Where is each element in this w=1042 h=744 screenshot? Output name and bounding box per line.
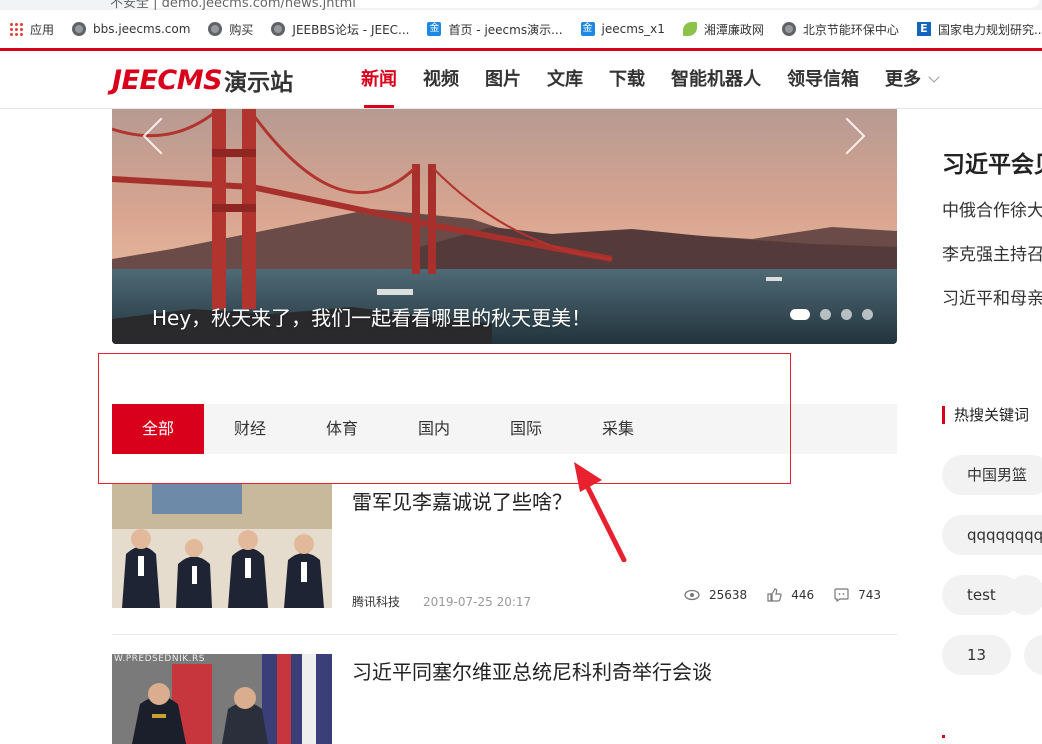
section-accent-bar — [942, 405, 945, 424]
tab-all[interactable]: 全部 — [112, 404, 204, 454]
banner-carousel[interactable]: Hey，秋天来了，我们一起看看哪里的秋天更美！ — [112, 109, 897, 344]
news-stats: 25638 446 743 — [664, 588, 881, 602]
news-title[interactable]: 雷军见李嘉诚说了些啥？ — [352, 486, 572, 515]
news-thumbnail-image — [112, 484, 332, 608]
bookmark-label: bbs.jeecms.com — [93, 22, 191, 36]
thumbnail-watermark: W.PREDSEDNIK.RS — [114, 654, 205, 664]
bookmark-power[interactable]: E 国家电力规划研究... — [908, 10, 1042, 48]
main-nav: 新闻 视频 图片 文库 下载 智能机器人 领导信箱 更多 — [348, 51, 951, 108]
tab-sports[interactable]: 体育 — [296, 404, 388, 454]
carousel-dot[interactable] — [820, 309, 831, 320]
comment-count-value: 743 — [858, 588, 881, 602]
like-count-value: 446 — [791, 588, 815, 602]
keyword-tag[interactable]: qqqqqqqq — [942, 515, 1042, 555]
leaf-icon — [682, 22, 697, 36]
category-tabs: 全部 财经 体育 国内 国际 采集 — [112, 404, 897, 454]
news-thumbnail[interactable] — [112, 484, 332, 608]
bookmark-apps[interactable]: 应用 — [0, 10, 63, 48]
address-text: 不安全 | demo.jeecms.com/news.jhtml — [110, 0, 356, 10]
browser-address-strip: 不安全 | demo.jeecms.com/news.jhtml — [0, 0, 1042, 10]
apps-grid-icon — [9, 22, 23, 36]
bookmark-label: 应用 — [30, 22, 55, 37]
globe-icon — [72, 22, 87, 36]
jin-icon: 金 — [580, 22, 595, 36]
keyword-tag[interactable]: 中国男篮 — [942, 455, 1042, 495]
bookmark-label: 湘潭廉政网 — [703, 22, 764, 37]
carousel-dots — [790, 309, 873, 320]
keyword-tag[interactable] — [1006, 575, 1042, 615]
bookmark-label: 国家电力规划研究... — [937, 22, 1042, 37]
carousel-next-button[interactable] — [842, 115, 864, 155]
sidebar-link[interactable]: 中俄合作徐大 — [942, 196, 1042, 221]
keyword-tag[interactable] — [1024, 635, 1042, 675]
carousel-prev-button[interactable] — [142, 115, 164, 155]
chevron-down-icon — [928, 70, 940, 83]
nav-more[interactable]: 更多 — [872, 51, 951, 108]
tab-collect[interactable]: 采集 — [572, 404, 664, 454]
carousel-dot[interactable] — [841, 309, 852, 320]
globe-icon — [208, 22, 223, 36]
site-logo[interactable]: JEECMS 演示站 — [112, 63, 293, 97]
bookmark-label: 首页 - jeecms演示... — [448, 22, 563, 37]
news-thumbnail-image — [112, 654, 332, 744]
sidebar-link[interactable]: 李克强主持召 — [942, 240, 1042, 265]
view-count: 25638 — [684, 588, 747, 602]
carousel-dot[interactable] — [862, 309, 873, 320]
comment-count[interactable]: 743 — [834, 588, 881, 602]
globe-icon — [271, 22, 286, 36]
bookmark-jeebbs[interactable]: JEEBBS论坛 - JEEC... — [262, 10, 418, 48]
bookmark-label: 购买 — [229, 22, 254, 37]
bookmark-beijing[interactable]: 北京节能环保中心 — [773, 10, 908, 48]
banner-caption[interactable]: Hey，秋天来了，我们一起看看哪里的秋天更美！ — [152, 302, 591, 331]
keyword-tag[interactable]: 13 — [942, 635, 1012, 675]
bookmark-buy[interactable]: 购买 — [199, 10, 262, 48]
hot-keywords-title: 热搜关键词 — [942, 404, 1029, 425]
view-count-value: 25638 — [709, 588, 748, 602]
carousel-dot[interactable] — [790, 309, 810, 320]
nav-images[interactable]: 图片 — [472, 51, 534, 108]
nav-more-label: 更多 — [885, 69, 921, 90]
tab-domestic[interactable]: 国内 — [388, 404, 480, 454]
hot-keywords-title-text: 热搜关键词 — [954, 406, 1030, 424]
like-count[interactable]: 446 — [767, 588, 814, 602]
bookmark-jeecms-x1[interactable]: 金 jeecms_x1 — [572, 10, 674, 48]
site-header: JEECMS 演示站 新闻 视频 图片 文库 下载 智能机器人 领导信箱 更多 — [0, 51, 1042, 109]
news-title[interactable]: 习近平同塞尔维亚总统尼科利奇举行会谈 — [352, 656, 712, 685]
news-date: 2019-07-25 20:17 — [423, 595, 532, 609]
logo-brand: JEECMS — [112, 64, 223, 96]
sidebar-link[interactable]: 习近平和母亲 — [942, 284, 1042, 309]
nav-robot[interactable]: 智能机器人 — [658, 51, 774, 108]
news-thumbnail[interactable]: W.PREDSEDNIK.RS — [112, 654, 332, 744]
globe-icon — [781, 22, 796, 36]
bookmark-label: jeecms_x1 — [601, 22, 665, 36]
tab-international[interactable]: 国际 — [480, 404, 572, 454]
sidebar-headline[interactable]: 习近平会见 — [942, 145, 1042, 179]
logo-subtitle: 演示站 — [224, 70, 294, 96]
news-meta: 腾讯科技 2019-07-25 20:17 — [352, 593, 531, 610]
bookmark-label: 北京节能环保中心 — [802, 22, 899, 37]
news-item[interactable]: W.PREDSEDNIK.RS 习近平同塞尔维亚总统尼科利奇举行会谈 — [112, 654, 897, 744]
bookmark-bbs[interactable]: bbs.jeecms.com — [63, 10, 199, 48]
e-icon: E — [916, 22, 931, 36]
nav-library[interactable]: 文库 — [534, 51, 596, 108]
nav-news[interactable]: 新闻 — [348, 51, 410, 108]
jin-icon: 金 — [427, 22, 442, 36]
bookmark-jeecms-home[interactable]: 金首页 - jeecms演示... — [418, 10, 571, 48]
thumbs-up-icon — [767, 588, 782, 602]
bookmarks-bar: 应用 bbs.jeecms.com 购买 JEEBBS论坛 - JEEC... … — [0, 10, 1042, 49]
eye-icon — [684, 589, 700, 601]
nav-download[interactable]: 下载 — [596, 51, 658, 108]
tab-finance[interactable]: 财经 — [204, 404, 296, 454]
nav-video[interactable]: 视频 — [410, 51, 472, 108]
news-item[interactable]: 雷军见李嘉诚说了些啥？ 腾讯科技 2019-07-25 20:17 25638 4… — [112, 484, 897, 635]
bookmark-label: JEEBBS论坛 - JEEC... — [292, 22, 410, 37]
nav-mailbox[interactable]: 领导信箱 — [774, 51, 872, 108]
news-source: 腾讯科技 — [352, 595, 401, 609]
bookmark-xiangtan[interactable]: 湘潭廉政网 — [674, 10, 773, 48]
comment-icon — [834, 588, 849, 602]
